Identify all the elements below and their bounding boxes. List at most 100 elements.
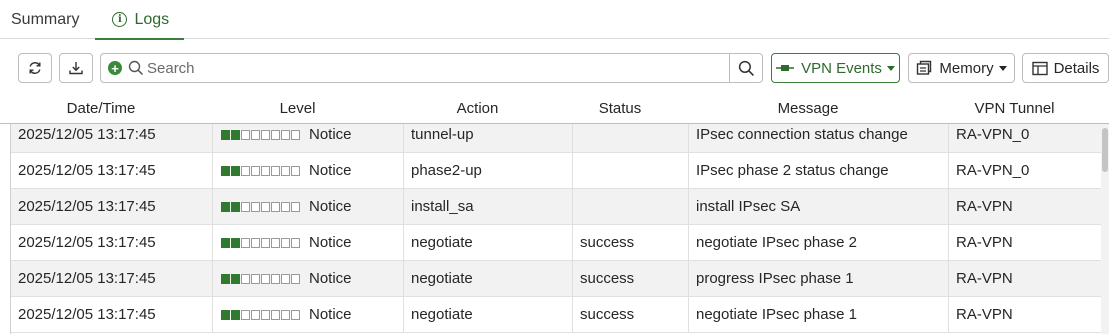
search-submit-button[interactable] — [729, 54, 762, 82]
cell-vpn-tunnel: RA-VPN — [956, 198, 1013, 215]
cell-vpn-tunnel: RA-VPN_0 — [956, 126, 1030, 143]
cell-action: negotiate — [404, 225, 573, 260]
cell-level: Notice — [213, 261, 404, 296]
level-meter — [221, 201, 301, 212]
level-segment — [261, 201, 270, 212]
level-segment — [261, 273, 270, 284]
download-icon — [69, 62, 83, 75]
table-row[interactable]: 2025/12/05 13:17:45 Notice negotiate suc… — [11, 261, 1101, 297]
table-header: Date/Time Level Action Status Message VP… — [0, 92, 1109, 124]
tab-summary[interactable]: Summary — [0, 0, 95, 39]
cell-level: Notice — [213, 153, 404, 188]
cell-datetime: 2025/12/05 13:17:45 — [11, 225, 213, 260]
chevron-down-icon — [886, 65, 895, 71]
level-segment — [251, 273, 260, 284]
level-segment — [251, 201, 260, 212]
column-header-status[interactable]: Status — [562, 92, 678, 124]
search-box: + — [100, 53, 763, 83]
details-icon — [1031, 61, 1048, 75]
level-segment — [241, 129, 250, 140]
cell-level: Notice — [213, 225, 404, 260]
level-segment — [251, 129, 260, 140]
level-segment — [261, 165, 270, 176]
cell-level: Notice — [213, 124, 404, 152]
vpn-events-dropdown[interactable]: VPN Events — [771, 53, 900, 83]
search-input[interactable] — [147, 59, 707, 77]
refresh-icon — [29, 62, 41, 74]
column-header-datetime[interactable]: Date/Time — [0, 92, 202, 124]
level-label: Notice — [309, 306, 352, 323]
column-header-action[interactable]: Action — [393, 92, 562, 124]
search-icon — [738, 60, 754, 76]
vpn-events-label: VPN Events — [801, 59, 882, 77]
details-label: Details — [1053, 59, 1100, 77]
scrollbar-thumb[interactable] — [1102, 128, 1108, 172]
chevron-down-icon — [998, 65, 1007, 71]
download-button[interactable] — [59, 53, 93, 83]
level-segment — [271, 273, 280, 284]
table-row[interactable]: 2025/12/05 13:17:45 Notice phase2-up IPs… — [11, 153, 1101, 189]
cell-message: IPsec connection status change — [689, 124, 949, 152]
cell-datetime: 2025/12/05 13:17:45 — [11, 124, 213, 152]
tab-logs[interactable]: i Logs — [95, 0, 184, 40]
cell-vpn-tunnel: RA-VPN — [956, 270, 1013, 287]
table-row[interactable]: 2025/12/05 13:17:45 Notice tunnel-up IPs… — [11, 124, 1101, 153]
table-body: 2025/12/05 13:17:45 Notice tunnel-up IPs… — [10, 124, 1101, 334]
level-segment — [271, 201, 280, 212]
tab-logs-label: Logs — [134, 10, 170, 28]
level-segment — [221, 129, 230, 140]
level-segment — [241, 309, 250, 320]
add-filter-icon[interactable]: + — [108, 61, 122, 75]
details-button[interactable]: Details — [1022, 53, 1109, 83]
refresh-button[interactable] — [18, 53, 52, 83]
cell-status — [573, 124, 689, 152]
cell-status: success — [573, 297, 689, 332]
level-segment — [251, 165, 260, 176]
column-header-level[interactable]: Level — [202, 92, 393, 124]
level-label: Notice — [309, 126, 352, 143]
level-segment — [231, 237, 240, 248]
level-segment — [291, 201, 300, 212]
column-header-vpn-tunnel[interactable]: VPN Tunnel — [938, 92, 1091, 124]
cell-status — [573, 153, 689, 188]
cell-status — [573, 189, 689, 224]
level-segment — [281, 129, 290, 140]
level-segment — [251, 237, 260, 248]
level-segment — [241, 165, 250, 176]
search-icon — [128, 60, 144, 76]
cell-datetime: 2025/12/05 13:17:45 — [11, 153, 213, 188]
level-segment — [231, 165, 240, 176]
level-segment — [241, 273, 250, 284]
cell-message: negotiate IPsec phase 2 — [689, 225, 949, 260]
cell-action: install_sa — [404, 189, 573, 224]
level-label: Notice — [309, 234, 352, 251]
level-segment — [291, 129, 300, 140]
tab-summary-label: Summary — [11, 10, 80, 28]
memory-label: Memory — [939, 59, 994, 77]
level-segment — [261, 309, 270, 320]
table-row[interactable]: 2025/12/05 13:17:45 Notice install_sa in… — [11, 189, 1101, 225]
vertical-scrollbar[interactable] — [1101, 124, 1109, 334]
level-segment — [241, 201, 250, 212]
cell-datetime: 2025/12/05 13:17:45 — [11, 261, 213, 296]
level-label: Notice — [309, 270, 352, 287]
cell-vpn-tunnel: RA-VPN — [956, 234, 1013, 251]
level-segment — [261, 237, 270, 248]
level-segment — [291, 165, 300, 176]
table-row[interactable]: 2025/12/05 13:17:45 Notice negotiate suc… — [11, 297, 1101, 333]
cell-status: success — [573, 225, 689, 260]
cell-message: install IPsec SA — [689, 189, 949, 224]
memory-dropdown[interactable]: Memory — [908, 53, 1015, 83]
level-segment — [221, 165, 230, 176]
info-icon: i — [112, 12, 128, 27]
level-segment — [231, 129, 240, 140]
level-meter — [221, 237, 301, 248]
level-meter — [221, 165, 301, 176]
cell-action: phase2-up — [404, 153, 573, 188]
level-segment — [281, 165, 290, 176]
table-row[interactable]: 2025/12/05 13:17:45 Notice negotiate suc… — [11, 225, 1101, 261]
level-label: Notice — [309, 162, 352, 179]
level-segment — [281, 237, 290, 248]
cell-action: tunnel-up — [404, 124, 573, 152]
column-header-message[interactable]: Message — [678, 92, 938, 124]
